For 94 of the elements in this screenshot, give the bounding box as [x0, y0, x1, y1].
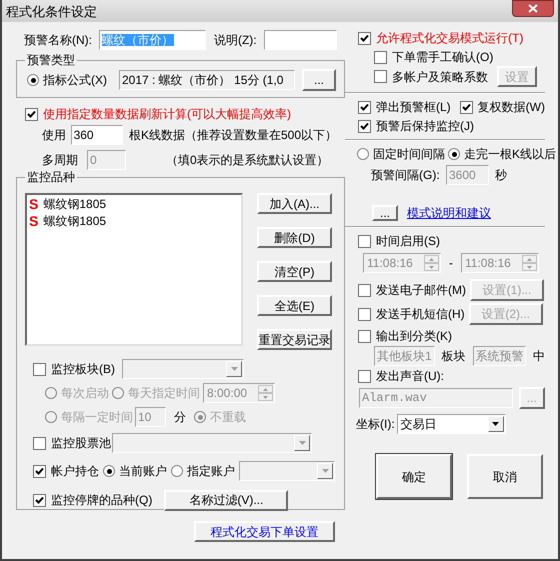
action-button[interactable]: 加入(A)... — [257, 193, 332, 214]
browse-button[interactable]: ... — [302, 69, 336, 91]
list-item: 螺纹钢1805 — [43, 198, 106, 210]
dropdown-button[interactable] — [488, 416, 504, 432]
field-label: 预警名称(N): — [23, 34, 93, 46]
checkbox-label[interactable]: 监控停牌的品种(Q) — [51, 494, 152, 506]
email-checkbox[interactable] — [358, 284, 371, 296]
checkmark-icon — [360, 122, 369, 130]
checkbox-label[interactable]: 预警后保持监控(J) — [376, 120, 474, 132]
trading-checkbox[interactable] — [358, 32, 371, 44]
checkbox-label[interactable]: 监控股票池 — [51, 437, 111, 449]
time-enable-checkbox[interactable] — [358, 234, 371, 248]
suspended-checkbox[interactable] — [33, 494, 46, 506]
sms-checkbox[interactable] — [358, 308, 371, 320]
symbol-marker: S — [29, 214, 38, 228]
stock-pool-checkbox[interactable] — [33, 436, 46, 450]
radio-button[interactable] — [103, 465, 115, 477]
checkbox-label[interactable]: 时间启用(S) — [376, 235, 440, 247]
ok-button[interactable]: 确定 — [376, 454, 452, 499]
group-title: 监控品种 — [25, 171, 77, 183]
dropdown-arrow-icon[interactable] — [492, 422, 500, 426]
radio-label[interactable]: 指标公式(X) — [43, 74, 107, 86]
formula-field[interactable]: 2017 : 螺纹（市价） 15分 (1,0 — [119, 70, 295, 90]
radio-label[interactable]: 指定账户 — [187, 465, 235, 477]
checkmark-icon — [35, 496, 44, 504]
symbol-list[interactable]: S 螺纹钢1805 S 螺纹钢1805 — [25, 193, 243, 346]
checkmark-icon — [360, 102, 369, 112]
hint-text: 根K线数据（推荐设置数量在500以下） — [128, 129, 337, 141]
checkbox-label[interactable]: 允许程式化交易模式运行(T) — [376, 32, 524, 44]
checkbox-label[interactable]: 复权数据(W) — [478, 101, 545, 113]
radio-button[interactable] — [357, 148, 369, 160]
checkmark-icon — [360, 34, 369, 42]
radio-button[interactable] — [27, 74, 39, 86]
field-label: 坐标(I): — [356, 418, 395, 430]
manual-confirm-checkbox[interactable] — [374, 50, 387, 64]
radio-button[interactable] — [112, 387, 124, 399]
cancel-button[interactable]: 取消 — [467, 454, 543, 499]
axis-dropdown[interactable]: 交易日 — [396, 414, 506, 434]
action-button[interactable]: 删除(D) — [257, 227, 332, 248]
unit-label: 秒 — [495, 169, 507, 181]
description-field[interactable] — [264, 30, 337, 50]
range-separator: - — [449, 257, 453, 269]
symbol-marker: S — [29, 196, 38, 210]
checkbox-label[interactable]: 监控板块(B) — [51, 363, 115, 375]
unit-label: 分 — [174, 411, 186, 423]
list-item: 螺纹钢1805 — [43, 214, 106, 226]
radio-button[interactable] — [448, 148, 460, 160]
checkmark-icon — [35, 466, 44, 476]
more-button[interactable]: ... — [372, 205, 398, 221]
field-label: 预警间隔(G): — [371, 169, 441, 181]
positions-checkbox[interactable] — [33, 464, 46, 478]
checkbox-label[interactable]: 帐户持仓 — [51, 465, 99, 477]
order-settings-button[interactable]: 程式化交易下单设置 — [194, 521, 335, 542]
checkbox-label[interactable]: 发送电子邮件(M) — [376, 284, 466, 296]
checkbox-label[interactable]: 多帐户及策略系数 — [392, 70, 488, 82]
field-label: 多周期 — [42, 154, 79, 166]
output-category-checkbox[interactable] — [358, 330, 371, 342]
field-label: 板块 — [442, 350, 466, 362]
radio-button[interactable] — [171, 465, 183, 477]
field-label: 中 — [533, 350, 545, 362]
action-button[interactable]: 全选(E) — [257, 295, 332, 316]
field-label: 使用 — [42, 129, 67, 141]
checkmark-icon — [27, 110, 36, 118]
radio-button[interactable] — [45, 411, 57, 423]
group-title: 预警类型 — [25, 54, 77, 66]
sector-checkbox[interactable] — [33, 362, 46, 376]
hint-text: （填0表示的是系统默认设置） — [166, 154, 329, 166]
radio-label[interactable]: 当前账户 — [119, 465, 167, 477]
adjusted-data-checkbox[interactable] — [460, 100, 473, 114]
sound-checkbox[interactable] — [358, 370, 371, 382]
checkbox-label[interactable]: 弹出预警框(L) — [376, 101, 451, 113]
action-button[interactable]: 清空(P) — [257, 261, 332, 282]
checkbox-label[interactable]: 下单需手工确认(O) — [392, 51, 494, 63]
refresh-checkbox[interactable] — [25, 108, 38, 120]
radio-label[interactable]: 固定时间间隔 — [373, 148, 445, 160]
checkmark-icon — [462, 102, 471, 112]
action-button[interactable]: 重置交易记录 — [257, 329, 332, 350]
bar-count-field[interactable]: 360 — [70, 125, 123, 145]
checkbox-label[interactable]: 使用指定数量数据刷新计算(可以大幅提高效率) — [43, 108, 291, 120]
keep-monitoring-checkbox[interactable] — [358, 120, 371, 132]
checkbox-label[interactable]: 发出声音(U): — [376, 370, 444, 382]
field-label: 说明(Z): — [214, 34, 258, 46]
popup-checkbox[interactable] — [358, 100, 371, 114]
window-title: 程式化条件设定 — [6, 4, 97, 18]
close-button[interactable] — [512, 0, 554, 17]
checkbox-label[interactable]: 输出到分类(K) — [376, 330, 452, 342]
radio-label[interactable]: 走完一根K线以后 — [464, 148, 556, 160]
close-icon — [528, 4, 538, 13]
radio-button[interactable] — [194, 411, 206, 423]
filter-button[interactable]: 名称过滤(V)... — [164, 490, 288, 510]
radio-button[interactable] — [45, 387, 57, 399]
multi-account-checkbox[interactable] — [374, 70, 387, 83]
mode-help-link[interactable]: 模式说明和建议 — [407, 207, 491, 219]
checkbox-label[interactable]: 发送手机短信(H) — [376, 308, 465, 320]
